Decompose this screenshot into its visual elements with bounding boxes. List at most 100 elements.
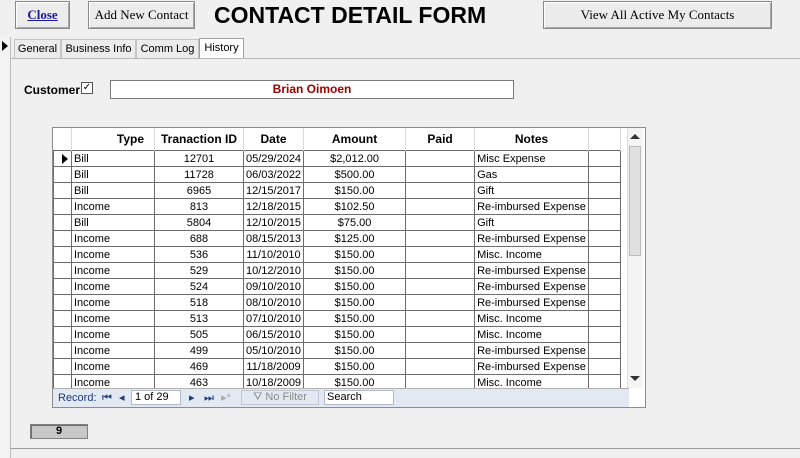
tab-general[interactable]: General <box>14 39 61 58</box>
cell-type[interactable]: Income <box>71 198 155 215</box>
cell-notes[interactable]: Re-imbursed Expense <box>474 278 590 295</box>
cell-date[interactable]: 06/15/2010 <box>242 326 305 343</box>
cell-transaction-id[interactable]: 469 <box>154 358 244 375</box>
row-selector[interactable] <box>53 326 72 343</box>
cell-type[interactable]: Income <box>71 262 155 279</box>
cell-notes[interactable]: Misc. Income <box>474 310 590 327</box>
column-header-paid[interactable]: Paid <box>405 128 476 151</box>
last-record-icon[interactable]: ⏭ <box>204 391 214 405</box>
row-selector[interactable] <box>53 278 72 295</box>
cell-date[interactable]: 12/15/2017 <box>242 182 305 199</box>
cell-amount[interactable]: $150.00 <box>303 310 407 327</box>
cell-date[interactable]: 11/10/2010 <box>242 246 305 263</box>
cell-date[interactable]: 07/10/2010 <box>242 310 305 327</box>
cell-date[interactable]: 05/29/2024 <box>242 150 305 167</box>
cell-notes[interactable]: Re-imbursed Expense <box>474 230 590 247</box>
row-selector[interactable] <box>53 166 72 183</box>
cell-paid[interactable] <box>405 182 476 199</box>
row-selector[interactable] <box>53 230 72 247</box>
cell-notes[interactable]: Gift <box>474 214 590 231</box>
cell-notes[interactable]: Re-imbursed Expense <box>474 198 590 215</box>
cell-type[interactable]: Income <box>71 310 155 327</box>
table-row[interactable]: Income 813 12/18/2015 $102.50 Re-imbursed Ex… <box>53 198 622 215</box>
row-selector[interactable] <box>53 358 72 375</box>
cell-transaction-id[interactable]: 499 <box>154 342 244 359</box>
cell-paid[interactable] <box>405 342 476 359</box>
cell-amount[interactable]: $150.00 <box>303 326 407 343</box>
cell-transaction-id[interactable]: 6965 <box>154 182 244 199</box>
cell-date[interactable]: 10/12/2010 <box>242 262 305 279</box>
scrollbar-thumb[interactable] <box>629 146 641 256</box>
cell-date[interactable]: 09/10/2010 <box>242 278 305 295</box>
cell-date[interactable]: 12/10/2015 <box>242 214 305 231</box>
cell-date[interactable]: 05/10/2010 <box>242 342 305 359</box>
row-selector[interactable] <box>53 182 72 199</box>
form-record-selector[interactable] <box>0 37 11 458</box>
cell-transaction-id[interactable]: 513 <box>154 310 244 327</box>
tab-history[interactable]: History <box>199 38 244 58</box>
cell-amount[interactable]: $150.00 <box>303 278 407 295</box>
cell-paid[interactable] <box>405 310 476 327</box>
cell-transaction-id[interactable]: 518 <box>154 294 244 311</box>
add-new-contact-button[interactable]: Add New Contact <box>88 1 195 29</box>
cell-notes[interactable]: Gas <box>474 166 590 183</box>
cell-transaction-id[interactable]: 505 <box>154 326 244 343</box>
cell-type[interactable]: Income <box>71 278 155 295</box>
table-row[interactable]: Bill 12701 05/29/2024 $2,012.00 Misc Expense <box>53 150 622 167</box>
cell-paid[interactable] <box>405 326 476 343</box>
cell-paid[interactable] <box>405 214 476 231</box>
table-row[interactable]: Bill 5804 12/10/2015 $75.00 Gift <box>53 214 622 231</box>
table-row[interactable]: Income 536 11/10/2010 $150.00 Misc. Income <box>53 246 622 263</box>
cell-transaction-id[interactable]: 5804 <box>154 214 244 231</box>
cell-notes[interactable]: Misc. Income <box>474 246 590 263</box>
cell-date[interactable]: 08/15/2013 <box>242 230 305 247</box>
column-header-transaction-id[interactable]: Tranaction ID <box>154 128 244 151</box>
cell-type[interactable]: Bill <box>71 150 155 167</box>
row-selector[interactable] <box>53 342 72 359</box>
cell-amount[interactable]: $150.00 <box>303 294 407 311</box>
cell-notes[interactable]: Misc Expense <box>474 150 590 167</box>
cell-amount[interactable]: $102.50 <box>303 198 407 215</box>
cell-paid[interactable] <box>405 278 476 295</box>
cell-type[interactable]: Bill <box>71 214 155 231</box>
cell-type[interactable]: Income <box>71 246 155 263</box>
view-all-active-contacts-button[interactable]: View All Active My Contacts <box>543 1 772 29</box>
cell-notes[interactable]: Misc. Income <box>474 326 590 343</box>
table-row[interactable]: Bill 11728 06/03/2022 $500.00 Gas <box>53 166 622 183</box>
column-header-amount[interactable]: Amount <box>303 128 407 151</box>
cell-amount[interactable]: $500.00 <box>303 166 407 183</box>
cell-date[interactable]: 06/03/2022 <box>242 166 305 183</box>
row-selector[interactable] <box>53 262 72 279</box>
column-header-type[interactable]: Type <box>71 128 155 151</box>
cell-transaction-id[interactable]: 12701 <box>154 150 244 167</box>
cell-amount[interactable]: $125.00 <box>303 230 407 247</box>
customer-checkbox[interactable]: ✓ <box>81 82 93 94</box>
cell-transaction-id[interactable]: 688 <box>154 230 244 247</box>
cell-notes[interactable]: Gift <box>474 182 590 199</box>
cell-amount[interactable]: $150.00 <box>303 262 407 279</box>
cell-transaction-id[interactable]: 524 <box>154 278 244 295</box>
record-position-field[interactable]: 1 of 29 <box>131 390 181 405</box>
cell-transaction-id[interactable]: 536 <box>154 246 244 263</box>
cell-notes[interactable]: Re-imbursed Expense <box>474 358 590 375</box>
row-selector[interactable] <box>53 246 72 263</box>
cell-notes[interactable]: Re-imbursed Expense <box>474 294 590 311</box>
cell-date[interactable]: 11/18/2009 <box>242 358 305 375</box>
table-row[interactable]: Income 518 08/10/2010 $150.00 Re-imbursed Ex… <box>53 294 622 311</box>
new-record-icon[interactable]: ▸* <box>221 391 231 405</box>
prev-record-icon[interactable]: ◂ <box>119 391 125 405</box>
table-row[interactable]: Income 469 11/18/2009 $150.00 Re-imbursed Ex… <box>53 358 622 375</box>
cell-type[interactable]: Income <box>71 294 155 311</box>
cell-amount[interactable]: $150.00 <box>303 246 407 263</box>
no-filter-indicator[interactable]: ⛛ No Filter <box>241 390 319 405</box>
cell-type[interactable]: Income <box>71 342 155 359</box>
first-record-icon[interactable]: ⏮ <box>102 391 112 405</box>
cell-paid[interactable] <box>405 230 476 247</box>
tab-comm-log[interactable]: Comm Log <box>136 39 199 58</box>
table-row[interactable]: Income 499 05/10/2010 $150.00 Re-imbursed Ex… <box>53 342 622 359</box>
table-row[interactable]: Bill 6965 12/15/2017 $150.00 Gift <box>53 182 622 199</box>
table-row[interactable]: Income 529 10/12/2010 $150.00 Re-imbursed Ex… <box>53 262 622 279</box>
cell-paid[interactable] <box>405 198 476 215</box>
table-row[interactable]: Income 505 06/15/2010 $150.00 Misc. Income <box>53 326 622 343</box>
cell-paid[interactable] <box>405 294 476 311</box>
